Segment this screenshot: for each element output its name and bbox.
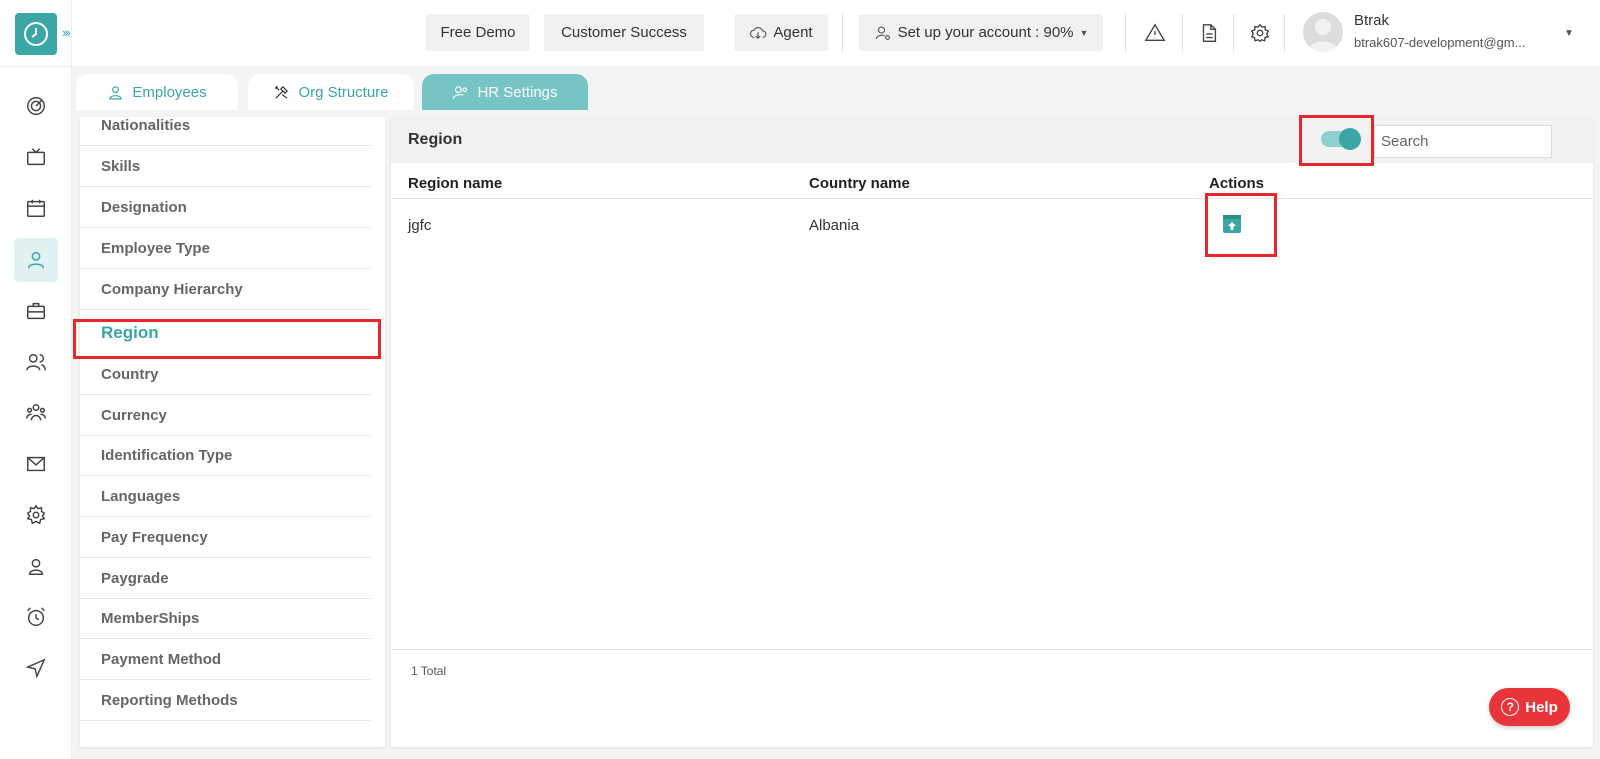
menu-item-company-hierarchy[interactable]: Company Hierarchy [80, 269, 371, 310]
agent-label: Agent [773, 24, 813, 41]
menu-item-memberships[interactable]: MemberShips [80, 598, 371, 639]
question-icon: ? [1501, 698, 1520, 716]
menu-item-employee-type[interactable]: Employee Type [80, 228, 371, 269]
header-divider [1125, 14, 1126, 52]
nav-alarm-icon[interactable] [14, 595, 58, 639]
table-footer-divider [391, 649, 1593, 650]
agent-button[interactable]: Agent [734, 14, 828, 51]
table-row-region: jgfc [408, 217, 432, 234]
menu-item-currency[interactable]: Currency [80, 395, 371, 436]
menu-item-languages[interactable]: Languages [80, 476, 371, 517]
customer-success-button[interactable]: Customer Success [544, 14, 704, 51]
header-divider [1182, 14, 1183, 52]
menu-item-payment-method[interactable]: Payment Method [80, 639, 371, 680]
nav-employee-icon[interactable] [14, 238, 58, 282]
help-button[interactable]: ? Help [1489, 688, 1570, 726]
menu-item-reporting-methods[interactable]: Reporting Methods [80, 680, 371, 721]
tab-employees[interactable]: Employees [76, 74, 238, 110]
rail-divider [0, 66, 72, 67]
table-row-country: Albania [809, 217, 860, 234]
nav-briefcase-icon[interactable] [14, 289, 58, 333]
chevron-down-icon: ▼ [1079, 27, 1089, 38]
tab-hr-settings[interactable]: HR Settings [422, 74, 588, 110]
nav-send-icon[interactable] [14, 646, 58, 690]
nav-calendar-icon[interactable] [14, 186, 58, 230]
user-menu-chevron-icon[interactable]: ▼ [1564, 28, 1574, 39]
help-label: Help [1525, 698, 1558, 716]
user-name[interactable]: Btrak [1354, 12, 1389, 29]
setup-account-label: Set up your account : 90% [897, 24, 1074, 41]
app-logo[interactable] [15, 13, 57, 55]
page-title: Region [408, 131, 463, 148]
highlight-toggle [1299, 115, 1374, 166]
user-settings-icon [875, 25, 890, 40]
avatar[interactable] [1303, 12, 1343, 52]
highlight-region-menu [73, 319, 381, 359]
nav-team-icon[interactable] [14, 391, 58, 435]
default-avatar-icon [1308, 19, 1338, 52]
nav-tv-icon[interactable] [14, 135, 58, 179]
tab-label: Employees [132, 83, 207, 101]
user-icon [109, 85, 123, 99]
menu-item-designation[interactable]: Designation [80, 187, 371, 228]
top-header: Free Demo Customer Success Agent Set up … [72, 0, 1600, 66]
total-count: 1 Total [411, 664, 447, 678]
cloud-download-icon [750, 26, 767, 39]
users-settings-icon [453, 85, 468, 99]
panel-header: Region [391, 117, 1593, 163]
nav-mail-icon[interactable] [14, 442, 58, 486]
tab-label: HR Settings [477, 83, 558, 101]
menu-item-identification-type[interactable]: Identification Type [80, 435, 371, 476]
menu-item-pay-frequency[interactable]: Pay Frequency [80, 517, 371, 558]
setup-account-button[interactable]: Set up your account : 90% ▼ [859, 14, 1103, 51]
nav-settings-icon[interactable] [14, 493, 58, 537]
clock-logo-icon [24, 22, 48, 46]
header-divider [1233, 14, 1234, 52]
column-header-country-name[interactable]: Country name [809, 175, 910, 192]
table-header-divider [391, 198, 1593, 199]
header-divider [1284, 14, 1285, 52]
expand-rail-icon[interactable]: ››› [62, 25, 71, 40]
gear-icon[interactable] [1246, 19, 1274, 47]
user-email[interactable]: btrak607-development@gm... [1354, 35, 1525, 50]
header-divider [842, 14, 843, 52]
search-input[interactable] [1374, 125, 1552, 158]
nav-profile-icon[interactable] [14, 544, 58, 588]
highlight-action [1205, 193, 1277, 257]
left-rail: ››› [0, 0, 72, 759]
menu-item-skills[interactable]: Skills [80, 146, 371, 187]
tools-icon [275, 85, 289, 99]
document-icon[interactable] [1195, 19, 1223, 47]
menu-item-country[interactable]: Country [80, 354, 371, 395]
column-header-region-name[interactable]: Region name [408, 175, 502, 192]
region-panel: Region Region name Country name Actions … [391, 117, 1593, 747]
tab-label: Org Structure [298, 83, 389, 101]
menu-item-paygrade[interactable]: Paygrade [80, 558, 371, 599]
free-demo-button[interactable]: Free Demo [426, 14, 530, 51]
column-header-actions: Actions [1209, 175, 1265, 192]
nav-dashboard-icon[interactable] [14, 84, 58, 128]
hr-settings-menu: Nationalities Skills Designation Employe… [80, 117, 385, 747]
menu-item-nationalities[interactable]: Nationalities [80, 117, 371, 146]
tab-org-structure[interactable]: Org Structure [248, 74, 414, 110]
warning-icon[interactable] [1141, 19, 1169, 47]
nav-people-icon[interactable] [14, 340, 58, 384]
